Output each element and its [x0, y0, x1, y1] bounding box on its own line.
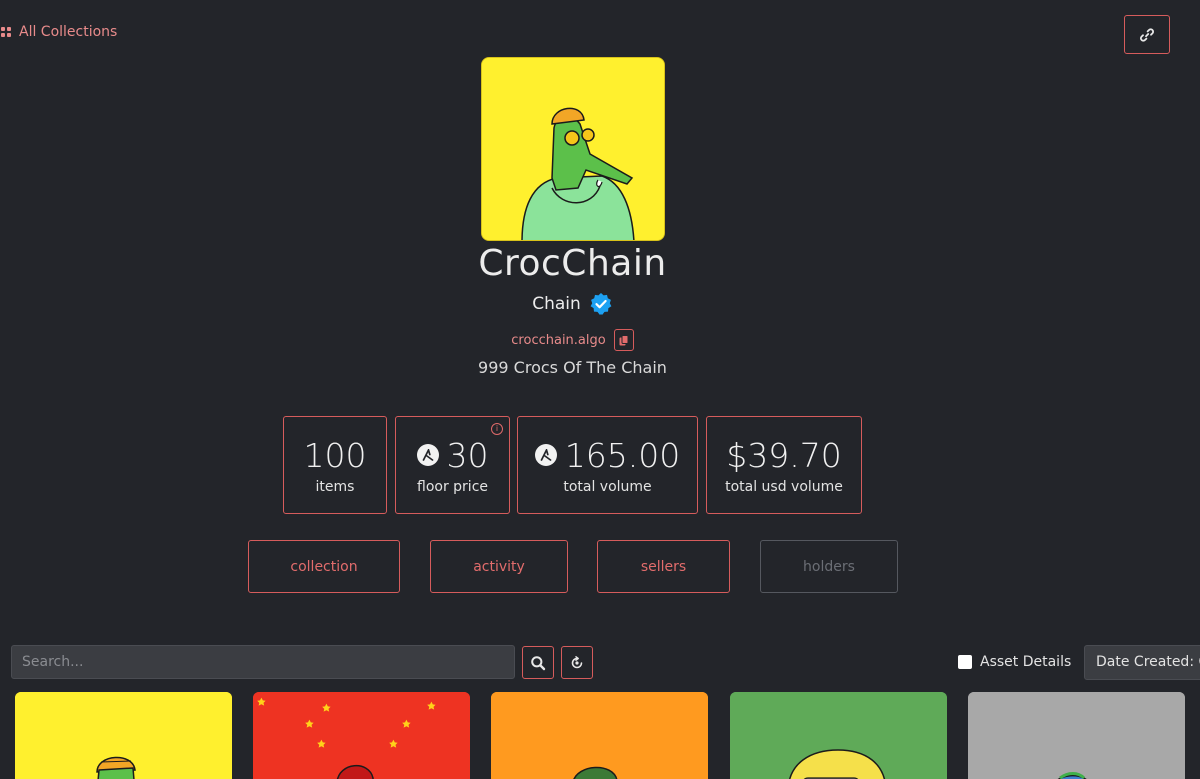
verified-icon — [590, 293, 612, 315]
asset-card[interactable] — [491, 692, 708, 779]
asset-details-toggle[interactable]: Asset Details — [958, 652, 1071, 672]
tab-sellers[interactable]: sellers — [597, 540, 730, 593]
search-icon — [531, 655, 546, 670]
stat-total-usd-volume-label: total usd volume — [725, 479, 843, 495]
search-button[interactable] — [522, 646, 554, 679]
address-row: crocchain.algo — [0, 328, 1145, 352]
stat-items: 100 items — [283, 416, 387, 514]
search-input[interactable] — [11, 645, 515, 679]
stat-items-label: items — [315, 479, 355, 495]
copy-address-button[interactable] — [613, 329, 634, 351]
stat-floor-price: i 30 floor price — [395, 416, 510, 514]
algo-icon — [416, 444, 439, 466]
creator-name[interactable]: Chain — [532, 294, 581, 314]
collection-description: 999 Crocs Of The Chain — [478, 358, 667, 377]
asset-card[interactable] — [968, 692, 1185, 779]
sort-select[interactable]: Date Created: C — [1084, 645, 1200, 680]
tab-activity[interactable]: activity — [430, 540, 568, 593]
refresh-icon — [571, 655, 583, 668]
asset-details-label: Asset Details — [980, 654, 1072, 670]
collection-avatar — [481, 57, 665, 241]
collection-address[interactable]: crocchain.algo — [511, 333, 605, 348]
link-icon — [1140, 27, 1154, 42]
grid-icon — [1, 27, 11, 37]
creator-row: Chain — [0, 292, 1145, 316]
algo-icon — [534, 444, 557, 466]
stat-total-volume-value: 165.00 — [534, 435, 680, 475]
stat-items-value: 100 — [303, 435, 367, 475]
copy-icon — [619, 334, 629, 345]
stat-floor-price-label: floor price — [417, 479, 488, 495]
stat-total-volume: 165.00 total volume — [517, 416, 698, 514]
all-collections-link[interactable]: All Collections — [0, 22, 117, 42]
stat-floor-price-value: 30 — [416, 435, 489, 475]
refresh-button[interactable] — [561, 646, 593, 679]
asset-card[interactable] — [253, 692, 470, 779]
share-link-button[interactable] — [1124, 15, 1170, 54]
asset-card[interactable] — [730, 692, 947, 779]
tab-holders[interactable]: holders — [760, 540, 898, 593]
all-collections-label: All Collections — [19, 24, 118, 40]
asset-card[interactable] — [15, 692, 232, 779]
info-icon[interactable]: i — [491, 423, 503, 435]
stat-total-usd-volume: $39.70 total usd volume — [706, 416, 862, 514]
collection-title: CrocChain — [478, 243, 667, 284]
asset-details-checkbox[interactable] — [958, 655, 972, 669]
stat-total-usd-volume-value: $39.70 — [726, 435, 842, 475]
tab-collection[interactable]: collection — [248, 540, 400, 593]
stat-total-volume-label: total volume — [563, 479, 652, 495]
